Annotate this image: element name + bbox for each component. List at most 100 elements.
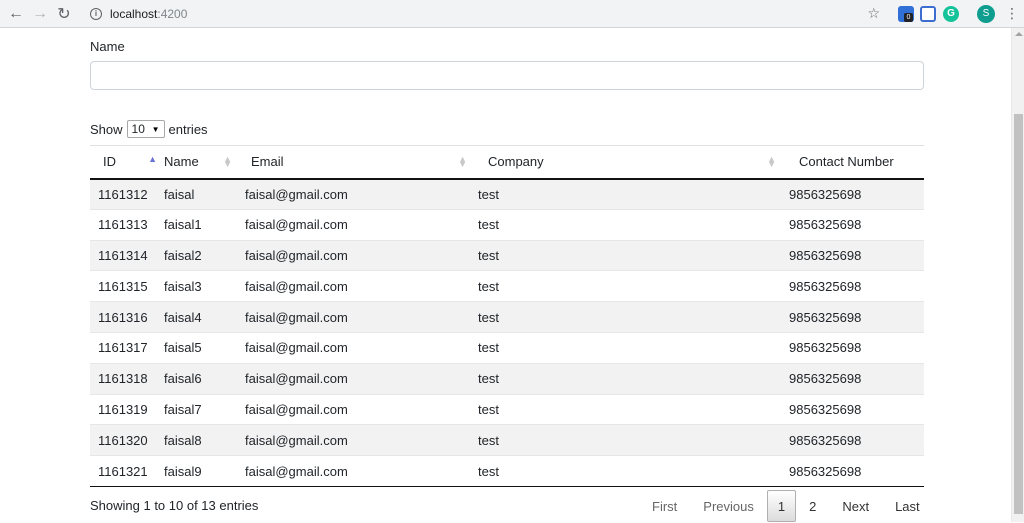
pagination-next[interactable]: Next (829, 490, 882, 522)
table-cell: 1161320 (90, 424, 157, 456)
table-cell: 1161318 (90, 362, 157, 395)
table-cell: faisal@gmail.com (238, 362, 475, 395)
site-info-icon[interactable]: i (90, 8, 102, 20)
table-cell: test (475, 331, 786, 364)
pagination-page-1[interactable]: 1 (766, 490, 797, 522)
table-cell: test (475, 424, 786, 456)
name-input[interactable] (90, 61, 924, 90)
table-row[interactable]: 1161321 faisal9 faisal@gmail.com test 985632… (90, 455, 924, 487)
extension-badge: 0 (904, 13, 913, 22)
table-body: 1161312 faisal faisal@gmail.com test 9856325… (90, 178, 924, 487)
column-header-label: Contact Number (799, 154, 894, 170)
scrollbar-thumb[interactable] (1014, 114, 1023, 514)
column-header-contact-number[interactable]: Contact Number (786, 145, 924, 180)
browser-toolbar: ← → ↻ i localhost:4200 ☆ 0 G S ⋮ (0, 0, 1024, 28)
pagination-first[interactable]: First (639, 490, 690, 522)
table-cell: 9856325698 (786, 301, 924, 333)
table-cell: 1161314 (90, 239, 157, 271)
table-cell: faisal1 (157, 208, 238, 241)
table-cell: faisal8 (157, 424, 238, 456)
table-cell: test (475, 239, 786, 271)
pagination-page-2[interactable]: 2 (796, 490, 829, 522)
scroll-up-arrow-icon[interactable] (1015, 32, 1023, 36)
select-caret-icon: ▼ (151, 124, 160, 134)
column-header-id[interactable]: ID ▲ (90, 145, 157, 180)
reload-icon[interactable]: ↻ (52, 2, 76, 26)
table-cell: 9856325698 (786, 424, 924, 456)
table-cell: 1161316 (90, 301, 157, 333)
extension-window-icon[interactable] (920, 6, 936, 22)
profile-avatar[interactable]: S (977, 5, 995, 23)
table-cell: faisal3 (157, 270, 238, 302)
table-row[interactable]: 1161312 faisal faisal@gmail.com test 9856325… (90, 178, 924, 210)
table-cell: 9856325698 (786, 362, 924, 395)
pagination-previous[interactable]: Previous (690, 490, 767, 522)
users-table: ID ▲ Name ▲ ▼ Email ▲ ▼ Company ▲ ▼ Contact… (90, 145, 924, 487)
table-row[interactable]: 1161316 faisal4 faisal@gmail.com test 985632… (90, 301, 924, 333)
url-port: :4200 (157, 7, 188, 21)
table-cell: test (475, 362, 786, 395)
table-cell: faisal7 (157, 393, 238, 425)
table-cell: 9856325698 (786, 393, 924, 425)
entries-label: entries (168, 121, 208, 137)
show-label: Show (90, 121, 123, 137)
column-header-label: Name (164, 154, 199, 170)
table-cell: faisal@gmail.com (238, 393, 475, 425)
grammarly-icon[interactable]: G (943, 6, 959, 22)
table-cell: faisal9 (157, 455, 238, 487)
entries-select-value: 10 (131, 122, 145, 136)
table-cell: test (475, 208, 786, 241)
table-cell: faisal4 (157, 301, 238, 333)
table-row[interactable]: 1161313 faisal1 faisal@gmail.com test 985632… (90, 208, 924, 241)
table-cell: test (475, 301, 786, 333)
table-cell: faisal (157, 178, 238, 210)
bookmark-star-icon[interactable]: ☆ (867, 5, 880, 22)
table-row[interactable]: 1161317 faisal5 faisal@gmail.com test 985632… (90, 331, 924, 364)
url-host: localhost (110, 7, 158, 21)
table-cell: 1161321 (90, 455, 157, 487)
table-row[interactable]: 1161320 faisal8 faisal@gmail.com test 985632… (90, 424, 924, 456)
table-row[interactable]: 1161315 faisal3 faisal@gmail.com test 985632… (90, 270, 924, 302)
table-row[interactable]: 1161314 faisal2 faisal@gmail.com test 985632… (90, 239, 924, 271)
column-header-company[interactable]: Company ▲ ▼ (475, 145, 786, 180)
sort-both-icon: ▲ ▼ (767, 154, 776, 169)
pagination: First Previous 1 2 Next Last (639, 489, 933, 523)
column-header-name[interactable]: Name ▲ ▼ (157, 145, 238, 180)
extension-icon[interactable]: 0 (898, 6, 914, 22)
table-cell: faisal@gmail.com (238, 455, 475, 487)
table-header-row: ID ▲ Name ▲ ▼ Email ▲ ▼ Company ▲ ▼ Contact… (90, 145, 924, 180)
table-cell: test (475, 455, 786, 487)
table-cell: faisal@gmail.com (238, 301, 475, 333)
sort-asc-icon: ▲ (148, 154, 157, 164)
back-arrow-icon[interactable]: ← (4, 2, 28, 26)
table-cell: faisal@gmail.com (238, 239, 475, 271)
table-cell: faisal@gmail.com (238, 424, 475, 456)
forward-arrow-icon[interactable]: → (28, 2, 52, 26)
table-cell: 9856325698 (786, 331, 924, 364)
sort-both-icon: ▲ ▼ (458, 154, 467, 169)
table-cell: faisal@gmail.com (238, 270, 475, 302)
table-cell: test (475, 393, 786, 425)
table-cell: 1161319 (90, 393, 157, 425)
name-field-label: Name (90, 39, 125, 54)
table-info: Showing 1 to 10 of 13 entries (90, 498, 259, 513)
sort-both-icon: ▲ ▼ (223, 154, 232, 169)
table-row[interactable]: 1161319 faisal7 faisal@gmail.com test 985632… (90, 393, 924, 425)
address-bar[interactable]: i localhost:4200 ☆ (84, 3, 886, 25)
table-cell: faisal6 (157, 362, 238, 395)
table-cell: 9856325698 (786, 270, 924, 302)
table-cell: faisal@gmail.com (238, 208, 475, 241)
pagination-last[interactable]: Last (882, 490, 933, 522)
column-header-label: ID (103, 154, 116, 170)
table-cell: 9856325698 (786, 455, 924, 487)
page-scrollbar[interactable] (1011, 28, 1024, 522)
column-header-email[interactable]: Email ▲ ▼ (238, 145, 475, 180)
entries-select[interactable]: 10 ▼ (126, 120, 165, 138)
table-cell: 9856325698 (786, 208, 924, 241)
table-cell: test (475, 270, 786, 302)
table-row[interactable]: 1161318 faisal6 faisal@gmail.com test 985632… (90, 362, 924, 395)
menu-kebab-icon[interactable]: ⋮ (1005, 6, 1019, 20)
table-cell: 9856325698 (786, 239, 924, 271)
column-header-label: Email (251, 154, 284, 170)
column-header-label: Company (488, 154, 544, 170)
